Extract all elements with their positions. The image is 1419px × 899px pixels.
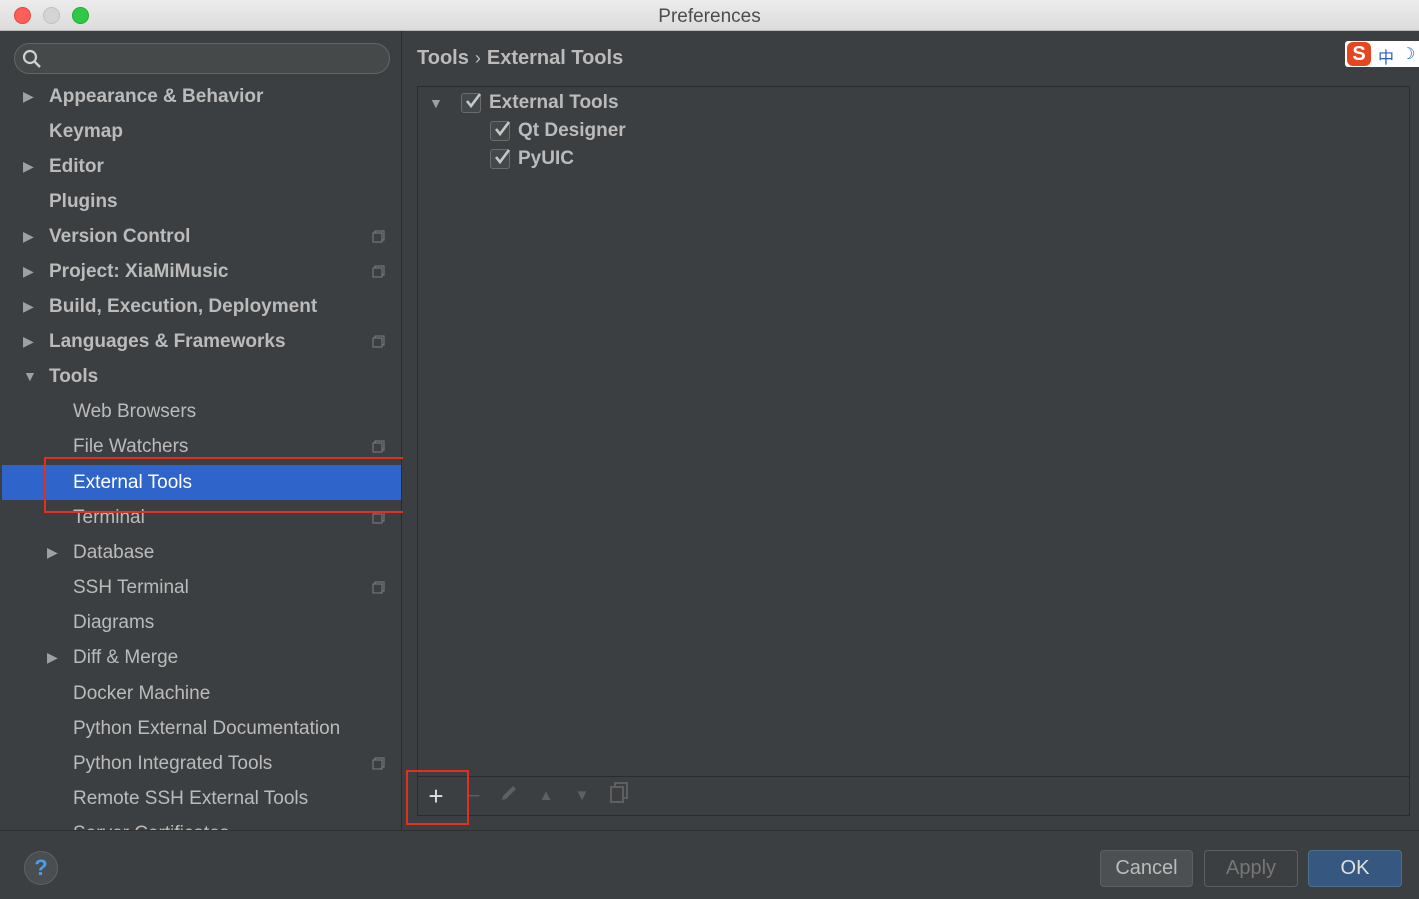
annotation-highlight-box <box>44 457 434 513</box>
annotation-highlight-box <box>406 770 469 825</box>
moon-icon: ☽ <box>1401 46 1416 63</box>
sidebar-item-version-control[interactable]: ▶ Version Control <box>2 219 401 254</box>
sidebar-item-tools[interactable]: ▼ Tools <box>2 359 401 394</box>
sidebar-item-label: Version Control <box>49 226 191 247</box>
chevron-right-icon[interactable]: ▶ <box>47 535 58 570</box>
sidebar-item-label: Remote SSH External Tools <box>73 788 309 809</box>
breadcrumb-current: External Tools <box>486 47 624 69</box>
project-settings-icon <box>372 335 385 348</box>
sidebar-item-label: Python External Documentation <box>73 718 341 739</box>
ime-language-label: 中 <box>1378 50 1395 67</box>
project-settings-icon <box>372 230 385 243</box>
checkbox-pyuic[interactable] <box>490 149 511 169</box>
sidebar-item-appearance-behavior[interactable]: ▶ Appearance & Behavior <box>2 79 401 114</box>
breadcrumb: Tools › External Tools <box>417 47 623 70</box>
chevron-right-icon[interactable]: ▶ <box>23 289 34 324</box>
sidebar-item-label: Tools <box>49 366 99 387</box>
title-bar: Preferences <box>0 0 1419 31</box>
sidebar-item-editor[interactable]: ▶ Editor <box>2 149 401 184</box>
sidebar-item-diagrams[interactable]: Diagrams <box>2 605 401 640</box>
ok-button[interactable]: OK <box>1308 850 1402 887</box>
sidebar-item-label: Appearance & Behavior <box>49 86 264 107</box>
sidebar-item-label: Editor <box>49 156 104 177</box>
chevron-right-icon[interactable]: ▶ <box>47 640 58 675</box>
sidebar-item-label: Web Browsers <box>73 401 197 422</box>
chevron-right-icon[interactable]: ▶ <box>23 324 34 359</box>
chevron-right-icon[interactable]: ▶ <box>23 254 34 289</box>
move-down-button[interactable]: ▼ <box>567 781 597 811</box>
sidebar-item-build-execution-deployment[interactable]: ▶ Build, Execution, Deployment <box>2 289 401 324</box>
copy-button[interactable] <box>604 781 634 811</box>
checkbox-external-tools[interactable] <box>461 93 482 113</box>
checkmark-icon <box>494 149 511 165</box>
apply-button[interactable]: Apply <box>1204 850 1298 887</box>
sogou-logo-icon: S <box>1347 42 1371 66</box>
tools-toolbar: + − ▲ ▼ <box>418 776 1409 815</box>
sidebar-item-label: Docker Machine <box>73 683 211 704</box>
project-settings-icon <box>372 265 385 278</box>
main-panel: Tools › External Tools S 中 ☽ ▼ External To… <box>403 31 1419 830</box>
sidebar-item-web-browsers[interactable]: Web Browsers <box>2 394 401 429</box>
sidebar-item-label: Project: XiaMiMusic <box>49 261 229 282</box>
sidebar-item-languages-frameworks[interactable]: ▶ Languages & Frameworks <box>2 324 401 359</box>
checkmark-icon <box>465 93 482 109</box>
help-button[interactable]: ? <box>24 851 58 885</box>
sidebar-item-server-certificates[interactable]: Server Certificates <box>2 816 401 830</box>
copy-icon <box>610 782 628 803</box>
sidebar-item-database[interactable]: ▶ Database <box>2 535 401 570</box>
sidebar-item-label: Database <box>73 542 155 563</box>
sidebar-item-label: SSH Terminal <box>73 577 189 598</box>
chevron-right-icon[interactable]: ▶ <box>23 79 34 114</box>
sidebar-item-plugins[interactable]: Plugins <box>2 184 401 219</box>
chevron-down-icon[interactable]: ▼ <box>23 359 37 394</box>
sidebar-item-label: Python Integrated Tools <box>73 753 273 774</box>
sidebar-item-label: Server Certificates <box>73 816 229 830</box>
tree-item-label: External Tools <box>489 92 619 113</box>
sidebar-item-python-external-documentation[interactable]: Python External Documentation <box>2 711 401 746</box>
chevron-right-icon[interactable]: ▶ <box>23 219 34 254</box>
search-icon <box>22 49 41 68</box>
input-method-indicator[interactable]: S 中 ☽ <box>1345 41 1419 67</box>
external-tools-tree: ▼ External Tools Qt Designer PyUIC + − ▲ <box>417 86 1410 816</box>
edit-button[interactable] <box>494 781 524 811</box>
sidebar-item-label: Diagrams <box>73 612 155 633</box>
breadcrumb-parent[interactable]: Tools <box>417 47 469 69</box>
sidebar-item-label: Plugins <box>49 191 118 212</box>
checkmark-icon <box>494 121 511 137</box>
sidebar-item-ssh-terminal[interactable]: SSH Terminal <box>2 570 401 605</box>
window-title: Preferences <box>658 6 761 27</box>
checkbox-qt-designer[interactable] <box>490 121 511 141</box>
pencil-icon <box>502 786 516 800</box>
breadcrumb-separator: › <box>474 48 481 68</box>
sidebar-item-keymap[interactable]: Keymap <box>2 114 401 149</box>
chevron-down-icon[interactable]: ▼ <box>429 89 443 117</box>
sidebar-item-docker-machine[interactable]: Docker Machine <box>2 676 401 711</box>
tree-item-label: Qt Designer <box>518 120 626 141</box>
search-input[interactable] <box>14 43 390 74</box>
sidebar-item-label: Keymap <box>49 121 123 142</box>
dialog-footer: ? Cancel Apply OK <box>0 830 1419 899</box>
sidebar-item-remote-ssh-external-tools[interactable]: Remote SSH External Tools <box>2 781 401 816</box>
sidebar-item-project[interactable]: ▶ Project: XiaMiMusic <box>2 254 401 289</box>
project-settings-icon <box>372 757 385 770</box>
sidebar-item-label: Build, Execution, Deployment <box>49 296 318 317</box>
sidebar-item-label: Languages & Frameworks <box>49 331 286 352</box>
sidebar-item-label: Diff & Merge <box>73 647 179 668</box>
tree-item-label: PyUIC <box>518 148 574 169</box>
sidebar-item-diff-merge[interactable]: ▶ Diff & Merge <box>2 640 401 675</box>
chevron-right-icon[interactable]: ▶ <box>23 149 34 184</box>
project-settings-icon <box>372 581 385 594</box>
project-settings-icon <box>372 440 385 453</box>
settings-sidebar: ▶ Appearance & Behavior Keymap ▶ Editor … <box>2 31 402 830</box>
cancel-button[interactable]: Cancel <box>1100 850 1193 887</box>
move-up-button[interactable]: ▲ <box>531 781 561 811</box>
sidebar-item-python-integrated-tools[interactable]: Python Integrated Tools <box>2 746 401 781</box>
